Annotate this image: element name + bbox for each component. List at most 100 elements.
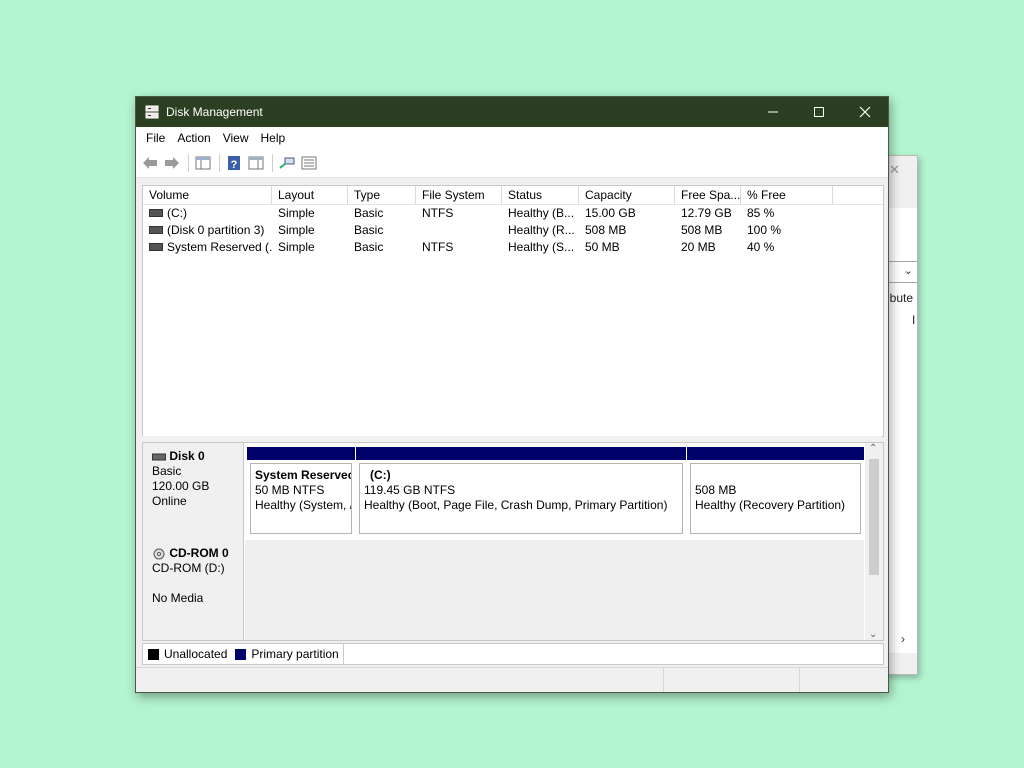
minimize-button[interactable] [750,97,796,127]
volume-row[interactable]: (Disk 0 partition 3) Simple Basic Health… [143,222,883,239]
cdrom-icon [153,548,165,560]
background-window-text-2: I [912,313,916,327]
disk-name: CD-ROM 0 [169,546,229,560]
scroll-down-icon[interactable]: ⌄ [869,629,877,640]
show-hide-console-tree-button[interactable] [193,153,213,173]
partition-system-reserved[interactable]: System Reservec 50 MB NTFS Healthy (Syst… [247,447,355,536]
menu-file[interactable]: File [140,131,171,145]
capacity-cell: 50 MB [585,240,620,254]
free-space-cell: 508 MB [681,223,723,237]
column-header-volume[interactable]: Volume [143,186,272,204]
volume-list: Volume Layout Type File System Status Ca… [142,185,884,437]
cdrom-empty-area [245,540,864,640]
back-arrow-icon [143,157,157,169]
console-tree-icon [195,156,211,170]
legend-primary-label: Primary partition [251,647,339,661]
partition-name: (C:) [370,468,391,482]
partition-recovery[interactable]: 508 MB Healthy (Recovery Partition) [687,447,864,536]
status-cell: Healthy (R... [508,223,575,237]
properties-icon [248,156,264,170]
column-header-layout[interactable]: Layout [272,186,348,204]
partition-status: Healthy (Boot, Page File, Crash Dump, Pr… [364,498,668,512]
menu-help[interactable]: Help [255,131,292,145]
layout-cell: Simple [278,206,315,220]
chevron-right-icon[interactable]: › [901,632,905,646]
partition-size: 508 MB [695,483,737,497]
disk-0-label[interactable]: Disk 0 Basic 120.00 GB Online [143,443,244,540]
back-button[interactable] [140,153,160,173]
volume-row[interactable]: (C:) Simple Basic NTFS Healthy (B... 15.… [143,205,883,222]
partition-body: System Reservec 50 MB NTFS Healthy (Syst… [250,463,352,534]
percent-free-cell: 100 % [747,223,782,237]
menu-view[interactable]: View [217,131,255,145]
svg-text:?: ? [231,159,238,171]
partition-status: Healthy (System, / [255,498,352,512]
toolbar-separator [272,154,273,172]
background-window-text: ibute [887,291,914,305]
partition-bar [687,447,864,460]
disk-type: CD-ROM (D:) [152,561,225,575]
partition-status: Healthy (Recovery Partition) [695,498,846,512]
column-header-status[interactable]: Status [502,186,579,204]
status-divider [799,668,800,692]
column-header-capacity[interactable]: Capacity [579,186,675,204]
volume-row[interactable]: System Reserved (... Simple Basic NTFS H… [143,239,883,256]
disk-type: Basic [152,464,182,478]
forward-arrow-icon [165,157,179,169]
menu-bar: File Action View Help [136,127,888,149]
connect-button[interactable] [277,153,297,173]
layout-cell: Simple [278,240,315,254]
volume-name: (C:) [167,206,187,220]
list-view-button[interactable] [299,153,319,173]
file-system-cell: NTFS [422,240,454,254]
disk-management-window: Disk Management File Action View Help ? … [135,96,889,693]
status-cell: Healthy (S... [508,240,575,254]
column-header-percent-free[interactable]: % Free [741,186,833,204]
cdrom-0-label[interactable]: CD-ROM 0 CD-ROM (D:) No Media [143,540,244,640]
file-system-cell: NTFS [422,206,454,220]
legend-primary-swatch [235,648,247,660]
column-header-type[interactable]: Type [348,186,416,204]
scroll-up-icon[interactable]: ⌃ [869,443,877,454]
disk-management-icon [145,105,159,119]
free-space-cell: 20 MB [681,240,716,254]
close-button[interactable] [842,97,888,127]
forward-button[interactable] [162,153,182,173]
column-header-file-system[interactable]: File System [416,186,502,204]
disk-size: 120.00 GB [152,479,210,493]
free-space-cell: 12.79 GB [681,206,732,220]
maximize-icon [814,107,824,117]
disk-graphical-view: Disk 0 Basic 120.00 GB Online System Res… [142,442,884,641]
close-icon[interactable]: ✕ [889,162,900,178]
legend-unallocated-swatch [148,648,159,660]
maximize-button[interactable] [796,97,842,127]
layout-cell: Simple [278,223,315,237]
volume-icon [149,225,163,234]
disk-state: Online [152,494,187,508]
help-button[interactable]: ? [224,153,244,173]
volume-cell: System Reserved (... [143,239,272,256]
disk-icon [152,453,166,461]
toolbar-separator [219,154,220,172]
percent-free-cell: 40 % [747,240,775,254]
disk-name: Disk 0 [169,449,205,463]
minimize-icon [768,111,778,113]
menu-action[interactable]: Action [171,131,216,145]
type-cell: Basic [354,223,384,237]
background-combo[interactable]: ⌄ [886,261,917,283]
column-header-free-space[interactable]: Free Spa... [675,186,741,204]
title-bar: Disk Management [136,97,888,127]
toolbar-separator [188,154,189,172]
vertical-scrollbar[interactable]: ⌃ ⌄ [865,443,883,640]
help-icon: ? [228,156,240,171]
capacity-cell: 508 MB [585,223,627,237]
partition-c[interactable]: (C:) 119.45 GB NTFS Healthy (Boot, Page … [356,447,686,536]
properties-button[interactable] [246,153,266,173]
connect-icon [279,157,295,169]
partition-body: 508 MB Healthy (Recovery Partition) [690,463,861,534]
legend-divider [342,644,344,664]
volume-icon [149,242,163,251]
scrollbar-thumb[interactable] [869,459,879,575]
capacity-cell: 15.00 GB [585,206,636,220]
status-bar [136,667,888,692]
